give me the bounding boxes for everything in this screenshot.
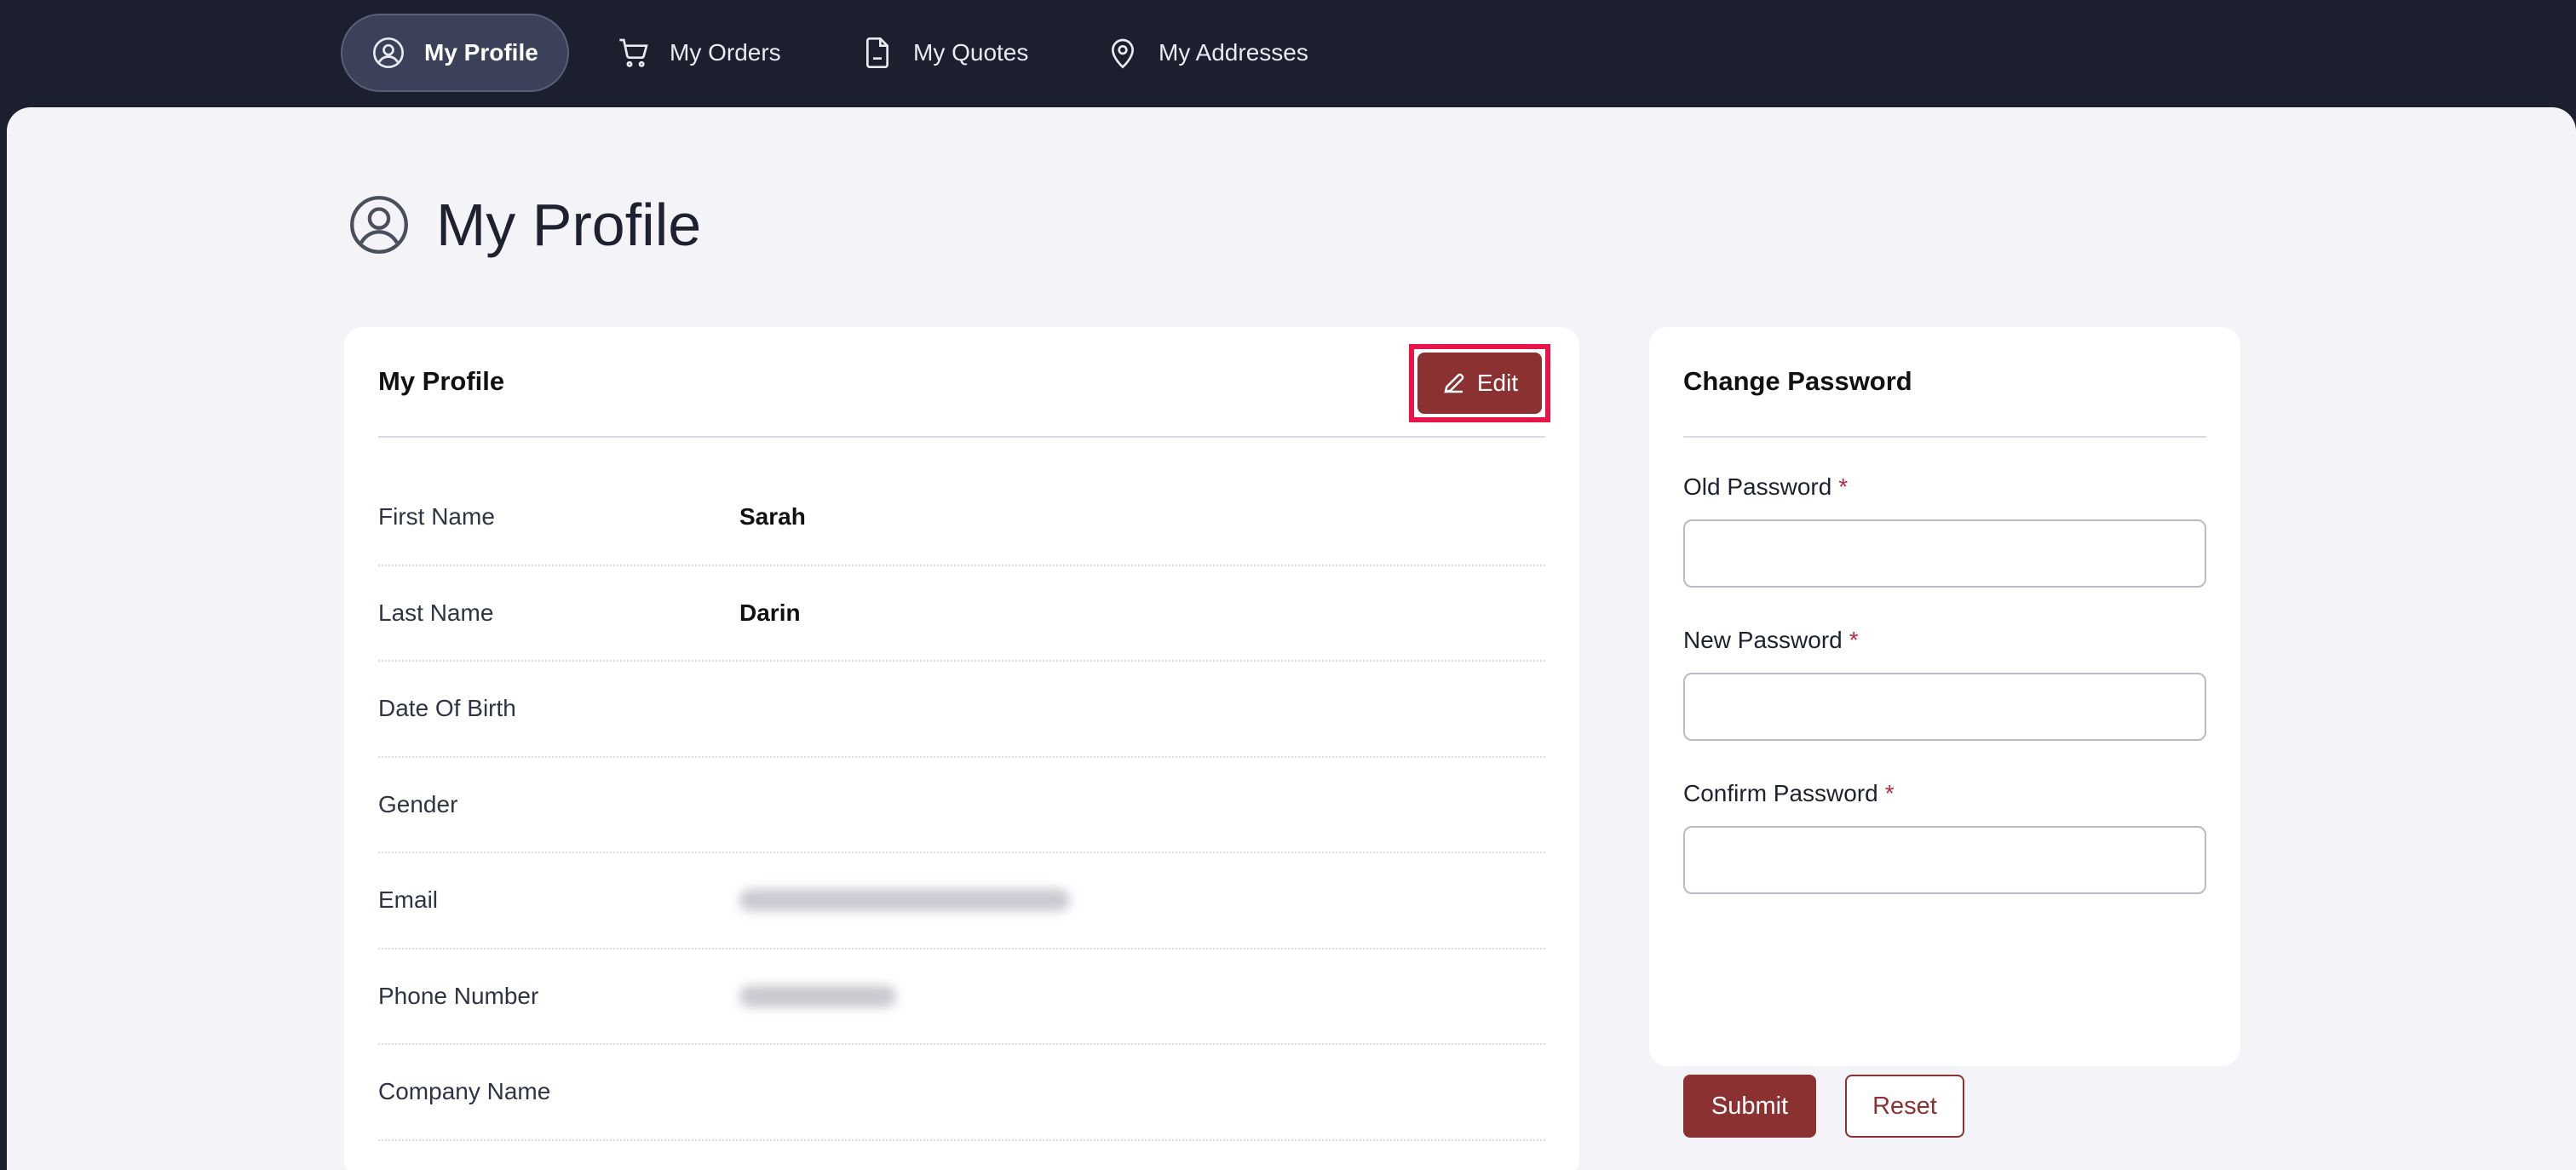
- required-mark: *: [1884, 780, 1895, 806]
- nav-my-quotes[interactable]: My Quotes: [860, 14, 1028, 92]
- profile-card-title: My Profile: [378, 366, 505, 396]
- profile-row-first-name: First Name Sarah: [378, 470, 1545, 566]
- confirm-password-label: Confirm Password *: [1683, 780, 1895, 806]
- top-navigation: My Profile My Orders My Quotes My Addres…: [0, 0, 2576, 107]
- old-password-input[interactable]: [1683, 519, 2206, 588]
- field-label: Email: [378, 886, 439, 914]
- required-mark: *: [1849, 627, 1859, 653]
- field-label: Phone Number: [378, 982, 539, 1009]
- profile-row-company-name: Company Name: [378, 1045, 1545, 1141]
- new-password-input[interactable]: [1683, 673, 2206, 741]
- map-pin-icon: [1111, 38, 1135, 69]
- old-password-group: Old Password *: [1683, 470, 2206, 623]
- submit-button[interactable]: Submit: [1683, 1075, 1816, 1138]
- old-password-label: Old Password *: [1683, 473, 1849, 500]
- field-value: Darin: [739, 599, 801, 626]
- change-password-title: Change Password: [1683, 366, 1912, 396]
- field-label: Gender: [378, 790, 458, 817]
- field-label: Last Name: [378, 599, 494, 626]
- nav-my-addresses[interactable]: My Addresses: [1106, 14, 1308, 92]
- new-password-label: New Password *: [1683, 627, 1859, 653]
- field-label: Date Of Birth: [378, 695, 516, 722]
- edit-button-label: Edit: [1476, 370, 1519, 396]
- nav-label: My Quotes: [913, 39, 1029, 66]
- redacted-email-value: [739, 889, 1070, 912]
- edit-button-highlight: Edit: [1409, 344, 1550, 422]
- nav-label: My Addresses: [1159, 39, 1308, 66]
- change-password-card: Change Password Old Password * New Passwo…: [1649, 327, 2240, 1138]
- confirm-password-input[interactable]: [1683, 826, 2206, 894]
- main-content: My Profile My Profile Edit First Name Sa…: [7, 107, 2576, 1170]
- user-circle-icon: [373, 37, 404, 68]
- required-mark: *: [1838, 473, 1849, 500]
- user-circle-icon: [350, 196, 408, 254]
- cart-icon: [619, 38, 648, 67]
- profile-row-email: Email: [378, 853, 1545, 949]
- change-password-form: Old Password * New Password * Confirm Pass…: [1683, 470, 2206, 930]
- change-password-header: Change Password: [1683, 327, 2206, 438]
- field-value: Sarah: [739, 503, 806, 531]
- field-label: Company Name: [378, 1078, 551, 1105]
- nav-my-orders[interactable]: My Orders: [617, 14, 781, 92]
- profile-fields: First Name Sarah Last Name Darin Date Of…: [378, 470, 1545, 1141]
- profile-card: My Profile Edit First Name Sarah Last Na…: [344, 327, 1579, 1170]
- redacted-phone-value: [739, 984, 896, 1007]
- nav-label: My Orders: [670, 39, 781, 66]
- edit-button[interactable]: Edit: [1417, 353, 1542, 414]
- reset-button[interactable]: Reset: [1845, 1075, 1964, 1138]
- page-header: My Profile: [348, 191, 701, 259]
- profile-row-gender: Gender: [378, 758, 1545, 853]
- confirm-password-group: Confirm Password *: [1683, 777, 2206, 930]
- profile-row-date-of-birth: Date Of Birth: [378, 662, 1545, 758]
- nav-label: My Profile: [424, 39, 538, 66]
- profile-row-last-name: Last Name Darin: [378, 566, 1545, 662]
- pencil-icon: [1444, 373, 1464, 393]
- nav-my-profile[interactable]: My Profile: [341, 14, 569, 92]
- new-password-group: New Password *: [1683, 623, 2206, 777]
- field-label: First Name: [378, 503, 495, 531]
- profile-row-phone-number: Phone Number: [378, 949, 1545, 1045]
- document-icon: [866, 37, 888, 68]
- profile-card-header: My Profile: [378, 327, 1545, 438]
- page-title: My Profile: [436, 192, 702, 258]
